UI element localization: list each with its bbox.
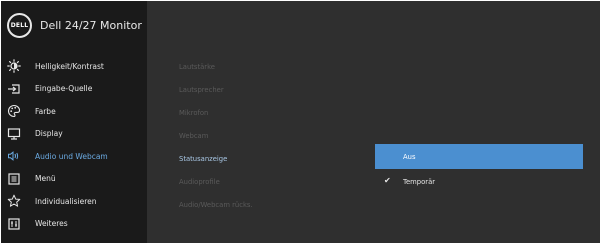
right-panel: Lautstärke Lautsprecher Mikrofon Webcam … — [147, 1, 600, 243]
logo-text: DELL — [10, 21, 29, 29]
option-off[interactable]: Aus — [375, 144, 583, 169]
option-label: Temporär — [403, 177, 436, 186]
nav-item-brightness-contrast[interactable]: Helligkeit/Kontrast — [1, 55, 147, 78]
option-temporary[interactable]: ✔ Temporär — [375, 169, 583, 194]
nav-item-label: Eingabe-Quelle — [35, 84, 93, 94]
color-palette-icon — [7, 104, 21, 118]
brightness-icon — [7, 59, 21, 74]
display-icon — [7, 127, 21, 141]
submenu-item-audio-webcam-reset[interactable]: Audio/Webcam rücks. — [179, 193, 253, 216]
nav-item-label: Display — [35, 129, 63, 139]
nav-item-label: Menü — [35, 174, 56, 184]
submenu-item-audio-profiles[interactable]: Audioprofile — [179, 170, 253, 193]
nav-item-menu[interactable]: Menü — [1, 168, 147, 191]
audio-webcam-submenu: Lautstärke Lautsprecher Mikrofon Webcam … — [179, 55, 253, 216]
checkmark-icon: ✔ — [384, 176, 391, 185]
main-menu: Helligkeit/Kontrast Eingabe-Quelle Farbe… — [1, 55, 147, 235]
nav-item-input-source[interactable]: Eingabe-Quelle — [1, 78, 147, 101]
nav-item-audio-webcam[interactable]: Audio und Webcam — [1, 145, 147, 168]
nav-item-label: Weiteres — [35, 219, 68, 229]
submenu-item-webcam[interactable]: Webcam — [179, 124, 253, 147]
others-icon — [7, 217, 21, 231]
menu-icon — [7, 172, 21, 186]
monitor-title: Dell 24/27 Monitor — [40, 18, 142, 32]
nav-item-label: Audio und Webcam — [35, 151, 108, 161]
star-icon — [7, 194, 21, 208]
nav-item-label: Individualisieren — [35, 196, 97, 206]
submenu-item-microphone[interactable]: Mikrofon — [179, 101, 253, 124]
submenu-item-status-indicator[interactable]: Statusanzeige — [179, 147, 253, 170]
osd-header: DELL Dell 24/27 Monitor — [1, 1, 147, 49]
dell-logo: DELL — [7, 12, 32, 38]
nav-item-others[interactable]: Weiteres — [1, 213, 147, 236]
nav-item-color[interactable]: Farbe — [1, 100, 147, 123]
nav-item-personalize[interactable]: Individualisieren — [1, 190, 147, 213]
nav-item-label: Farbe — [35, 106, 56, 116]
submenu-item-speaker[interactable]: Lautsprecher — [179, 78, 253, 101]
monitor-osd: DELL Dell 24/27 Monitor Helligkeit/Kontr… — [1, 1, 600, 243]
input-source-icon — [7, 82, 21, 96]
status-indicator-options: Aus ✔ Temporär — [375, 144, 583, 194]
option-label: Aus — [403, 152, 416, 161]
audio-webcam-icon — [7, 149, 21, 163]
nav-item-label: Helligkeit/Kontrast — [35, 61, 104, 71]
left-panel: DELL Dell 24/27 Monitor Helligkeit/Kontr… — [1, 1, 147, 243]
submenu-item-volume[interactable]: Lautstärke — [179, 55, 253, 78]
nav-item-display[interactable]: Display — [1, 123, 147, 146]
